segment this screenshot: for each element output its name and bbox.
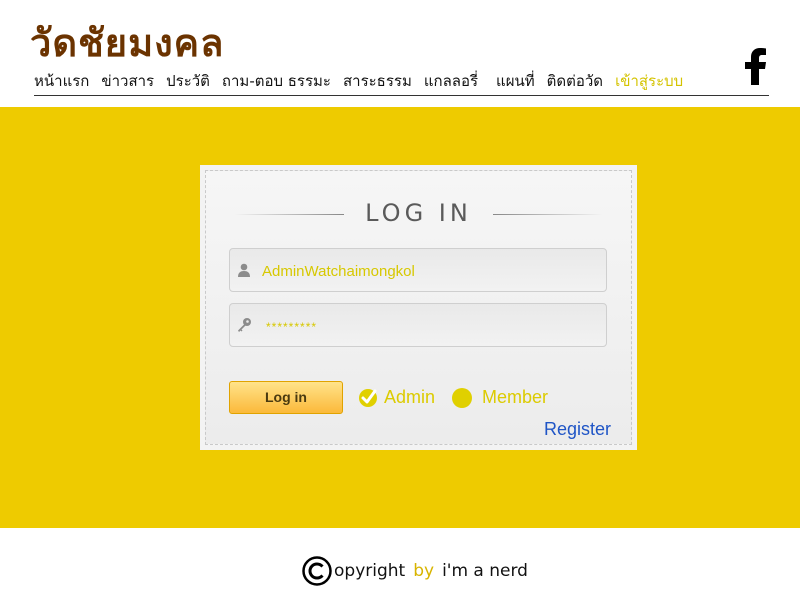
login-button[interactable]: Log in: [229, 381, 343, 414]
nav-divider: [34, 95, 769, 96]
nav-item-news[interactable]: ข่าวสาร: [101, 69, 154, 93]
site-title[interactable]: วัดชัยมงคล: [30, 18, 224, 68]
nav-item-gallery[interactable]: แกลลอรี่: [424, 69, 478, 93]
nav-item-login[interactable]: เข้าสู่ระบบ: [615, 69, 683, 93]
login-title: LOG IN: [365, 199, 472, 227]
nav-item-home[interactable]: หน้าแรก: [34, 69, 89, 93]
key-icon: [238, 318, 251, 332]
username-field[interactable]: [229, 248, 607, 292]
nav-item-map[interactable]: แผนที่: [496, 69, 535, 93]
username-input[interactable]: [260, 257, 599, 285]
title-divider-right: [493, 214, 603, 215]
checked-radio-icon[interactable]: [358, 388, 378, 408]
login-card-inner: LOG IN Log in Admin: [205, 170, 632, 445]
unchecked-radio-icon[interactable]: [452, 387, 472, 408]
site-header: วัดชัยมงคล หน้าแรก ข่าวสาร ประวัติ ถาม-ต…: [0, 0, 800, 107]
nav-item-qa-dharma[interactable]: ถาม-ตอบ ธรรมะ: [222, 69, 331, 93]
password-field[interactable]: [229, 303, 607, 347]
role-member-radio[interactable]: Member: [452, 387, 548, 408]
nav-item-history[interactable]: ประวัติ: [166, 69, 210, 93]
facebook-icon[interactable]: [740, 47, 770, 85]
main-nav: หน้าแรก ข่าวสาร ประวัติ ถาม-ตอบ ธรรมะ สา…: [34, 68, 695, 94]
nav-item-contact[interactable]: ติดต่อวัด: [547, 69, 603, 93]
user-icon: [238, 263, 250, 277]
nav-item-dharma-articles[interactable]: สาระธรรม: [343, 69, 412, 93]
role-member-label: Member: [482, 387, 549, 407]
role-admin-radio[interactable]: Admin: [358, 387, 435, 408]
role-admin-label: Admin: [384, 387, 436, 407]
password-input[interactable]: [264, 313, 603, 341]
copyright-word: opyright: [334, 561, 406, 581]
copyright-icon: [302, 556, 332, 586]
author-name: i'm a nerd: [442, 561, 528, 581]
site-footer: opyright by i'm a nerd: [0, 528, 800, 600]
copyright-notice: opyright by i'm a nerd: [302, 555, 528, 587]
by-word: by: [413, 561, 435, 581]
login-card: LOG IN Log in Admin: [200, 165, 637, 450]
register-link[interactable]: Register: [544, 419, 611, 440]
